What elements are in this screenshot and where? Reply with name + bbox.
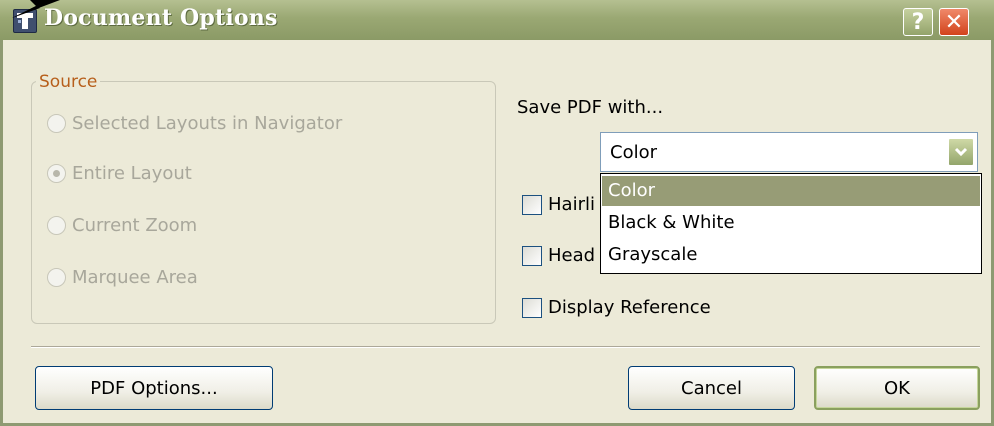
radio-label: Marquee Area [72, 267, 198, 288]
close-icon: ✕ [944, 9, 964, 35]
checkbox-icon[interactable] [522, 297, 542, 318]
radio-button-icon[interactable] [47, 114, 66, 133]
source-group-legend: Source [36, 72, 101, 92]
dropdown-option-color[interactable]: Color [602, 176, 980, 206]
save-pdf-dropdown-list: Color Black & White Grayscale [600, 173, 982, 274]
select-value: Color [610, 142, 657, 163]
mouse-cursor-icon [12, 0, 60, 18]
separator [31, 346, 980, 348]
dropdown-option-black-white[interactable]: Black & White [602, 208, 980, 238]
checkbox-header[interactable]: Head [522, 245, 595, 266]
radio-button-selected-icon[interactable] [47, 164, 66, 183]
help-button[interactable]: ? [903, 8, 933, 36]
checkbox-hairline[interactable]: Hairli [522, 194, 595, 215]
checkbox-icon[interactable] [522, 245, 542, 266]
pdf-options-button[interactable]: PDF Options... [35, 366, 273, 410]
radio-label: Entire Layout [72, 163, 192, 184]
radio-button-icon[interactable] [47, 216, 66, 235]
checkbox-display-reference[interactable]: Display Reference [522, 297, 711, 318]
checkbox-label: Head [548, 245, 596, 266]
radio-marquee-area[interactable]: Marquee Area [47, 267, 198, 288]
radio-label: Selected Layouts in Navigator [72, 113, 343, 134]
dropdown-option-grayscale[interactable]: Grayscale [602, 240, 980, 270]
title-bar[interactable]: Document Options ? ✕ [0, 0, 994, 40]
chevron-down-icon[interactable] [948, 138, 974, 166]
radio-button-icon[interactable] [47, 268, 66, 287]
save-pdf-label: Save PDF with... [517, 97, 664, 118]
dialog-title: Document Options [44, 5, 278, 31]
radio-current-zoom[interactable]: Current Zoom [47, 215, 197, 236]
radio-selected-layouts[interactable]: Selected Layouts in Navigator [47, 113, 342, 134]
radio-label: Current Zoom [72, 215, 198, 236]
checkbox-label: Display Reference [548, 297, 711, 318]
save-pdf-select[interactable]: Color [600, 132, 978, 172]
ok-button[interactable]: OK [814, 366, 980, 410]
checkbox-icon[interactable] [522, 194, 542, 215]
checkbox-label: Hairli [548, 194, 595, 215]
close-button[interactable]: ✕ [939, 8, 969, 36]
radio-entire-layout[interactable]: Entire Layout [47, 163, 192, 184]
cancel-button[interactable]: Cancel [628, 366, 795, 410]
